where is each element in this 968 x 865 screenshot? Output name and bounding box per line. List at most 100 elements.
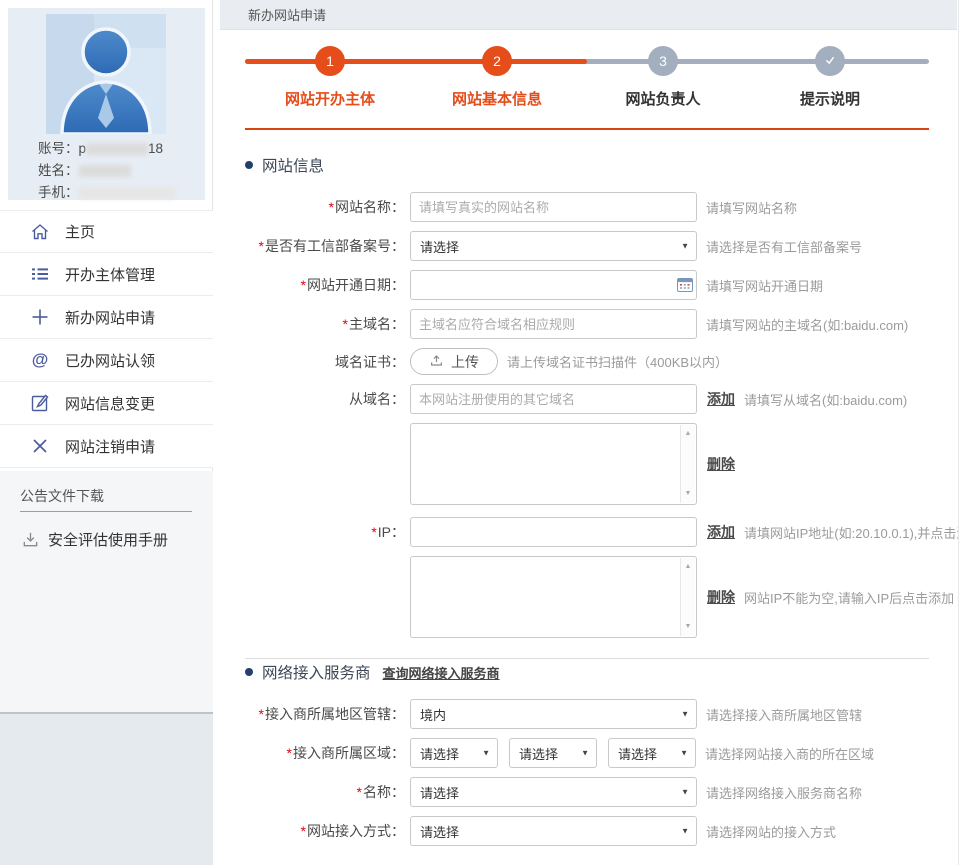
name-label: 姓名： xyxy=(38,163,79,178)
field-label: *主域名： xyxy=(245,314,405,334)
field-label-text: 接入商所属区域： xyxy=(293,745,405,761)
form-row: 域名证书： 上传 请上传域名证书扫描件（400KB以内） xyxy=(245,348,957,375)
form-row: 从域名： 添加请填写从域名(如:baidu.com) xyxy=(245,384,957,414)
sidebar-footer xyxy=(0,712,213,865)
field-hint: 请填写网站名称 xyxy=(706,200,798,216)
step-number: 1 xyxy=(326,53,334,69)
scroll-down-icon[interactable]: ▼ xyxy=(681,487,695,501)
calendar-icon[interactable] xyxy=(677,277,693,297)
select-input[interactable]: 请选择 ▼ xyxy=(509,738,597,768)
field-label-text: 主域名： xyxy=(349,316,405,332)
account-label: 账号： xyxy=(38,141,79,156)
download-item-label: 安全评估使用手册 xyxy=(48,532,169,549)
section-heading: 网站信息 xyxy=(245,154,957,176)
required-marker: * xyxy=(300,277,306,293)
form-area: 网站信息*网站名称：请填写网站名称*是否有工信部备案号：请选择▼请选择是否有工信… xyxy=(220,154,968,865)
field-hint: 请选择接入商所属地区管辖 xyxy=(706,707,863,723)
sidebar-item-label: 主页 xyxy=(65,224,96,241)
required-marker: * xyxy=(342,316,348,332)
field-label-text: 网站接入方式： xyxy=(307,823,405,839)
download-item[interactable]: 安全评估使用手册 xyxy=(20,529,168,550)
step-4-circle[interactable] xyxy=(815,46,845,76)
close-icon xyxy=(30,436,50,456)
required-marker: * xyxy=(258,238,264,254)
select-input[interactable]: 请选择 ▼ xyxy=(410,231,697,261)
delete-link[interactable]: 删除 xyxy=(707,454,735,474)
add-link[interactable]: 添加 xyxy=(707,389,735,409)
form-row: *名称： 请选择 ▼ 请选择网络接入服务商名称 xyxy=(245,777,957,807)
sidebar-item-6[interactable]: 网站注销申请 xyxy=(0,425,213,468)
field-hint: 请选择是否有工信部备案号 xyxy=(706,239,863,255)
section-title: 网站信息 xyxy=(262,158,325,175)
text-input[interactable] xyxy=(410,384,697,414)
stepper-underline xyxy=(245,128,929,130)
listbox[interactable]: ▲ ▼ xyxy=(410,556,697,638)
sidebar-item-label: 新办网站申请 xyxy=(65,309,156,327)
field-label-text: 网站名称： xyxy=(335,199,405,215)
scroll-up-icon[interactable]: ▲ xyxy=(681,560,695,574)
sidebar-item-2[interactable]: 开办主体管理 xyxy=(0,253,213,296)
user-info: 账号：p 18 姓名： 手机： xyxy=(38,138,175,204)
field-label-text: 是否有工信部备案号： xyxy=(265,238,405,254)
step-3-label[interactable]: 网站负责人 xyxy=(593,88,733,109)
select-input[interactable]: 请选择 ▼ xyxy=(410,738,498,768)
listbox[interactable]: ▲ ▼ xyxy=(410,423,697,505)
select-value: 请选择 xyxy=(420,785,460,801)
form-row: *主域名： 请填写网站的主域名(如:baidu.com) xyxy=(245,309,957,339)
scroll-down-icon[interactable]: ▼ xyxy=(681,620,695,634)
select-input[interactable]: 请选择 ▼ xyxy=(608,738,696,768)
scroll-up-icon[interactable]: ▲ xyxy=(681,427,695,441)
select-value: 境内 xyxy=(420,707,447,723)
text-input[interactable] xyxy=(410,517,697,547)
field-hint: 请选择网站接入商的所在区域 xyxy=(705,746,875,762)
sidebar-item-3[interactable]: 新办网站申请 xyxy=(0,296,213,339)
upload-button-label: 上传 xyxy=(451,353,479,370)
sidebar-item-label: 网站信息变更 xyxy=(65,395,156,413)
page-scrollbar[interactable] xyxy=(958,0,968,865)
phone-label: 手机： xyxy=(38,185,79,200)
sidebar-item-1[interactable]: 主页 xyxy=(0,210,213,253)
step-number: 3 xyxy=(659,53,667,69)
select-input[interactable]: 境内 ▼ xyxy=(410,699,697,729)
date-input[interactable] xyxy=(410,270,697,300)
sidebar: 账号：p 18 姓名： 手机： 主页开办主体管理新办网站申请 @ 已办网站认领网站信息… xyxy=(0,0,213,865)
step-1-label[interactable]: 网站开办主体 xyxy=(260,88,400,109)
bullet-icon xyxy=(245,668,253,676)
redacted-text xyxy=(78,187,175,200)
required-marker: * xyxy=(328,199,334,215)
form-row: *是否有工信部备案号： 请选择 ▼ 请选择是否有工信部备案号 xyxy=(245,231,957,261)
form-row: ▲ ▼ 删除 网站IP不能为空,请输入IP后点击添加 xyxy=(245,556,957,638)
download-icon xyxy=(20,530,40,550)
sidebar-downloads: 公告文件下载 安全评估使用手册 xyxy=(0,471,213,712)
bullet-icon xyxy=(245,161,253,169)
form-row: *网站接入方式： 请选择 ▼ 请选择网站的接入方式 xyxy=(245,816,957,846)
step-4-label[interactable]: 提示说明 xyxy=(760,88,900,109)
field-hint: 请填网站IP地址(如:20.10.0.1),并点击添加 xyxy=(744,525,968,541)
breadcrumb: 新办网站申请 xyxy=(220,0,957,30)
step-2-circle[interactable]: 2 xyxy=(482,46,512,76)
section-title: 网络接入服务商 xyxy=(262,665,371,682)
field-label-text: IP： xyxy=(377,524,405,540)
step-2-label[interactable]: 网站基本信息 xyxy=(427,88,567,109)
sidebar-item-5[interactable]: 网站信息变更 xyxy=(0,382,213,425)
delete-link[interactable]: 删除 xyxy=(707,587,735,607)
select-input[interactable]: 请选择 ▼ xyxy=(410,777,697,807)
step-3-circle[interactable]: 3 xyxy=(648,46,678,76)
add-link[interactable]: 添加 xyxy=(707,522,735,542)
step-1-circle[interactable]: 1 xyxy=(315,46,345,76)
listbox-scrollbar[interactable]: ▲ ▼ xyxy=(680,558,695,636)
sidebar-item-4[interactable]: @ 已办网站认领 xyxy=(0,339,213,382)
field-label-text: 名称： xyxy=(363,784,405,800)
field-label: *网站接入方式： xyxy=(245,821,405,841)
field-hint: 请选择网络接入服务商名称 xyxy=(706,785,863,801)
listbox-scrollbar[interactable]: ▲ ▼ xyxy=(680,425,695,503)
text-input[interactable] xyxy=(410,309,697,339)
text-input[interactable] xyxy=(410,192,697,222)
select-input[interactable]: 请选择 ▼ xyxy=(410,816,697,846)
chevron-down-icon: ▼ xyxy=(482,748,490,758)
upload-button[interactable]: 上传 xyxy=(410,348,498,375)
section-link[interactable]: 查询网络接入服务商 xyxy=(383,663,500,682)
form-row: *网站名称： 请填写网站名称 xyxy=(245,192,957,222)
chevron-down-icon: ▼ xyxy=(681,709,689,719)
chevron-down-icon: ▼ xyxy=(681,826,689,836)
